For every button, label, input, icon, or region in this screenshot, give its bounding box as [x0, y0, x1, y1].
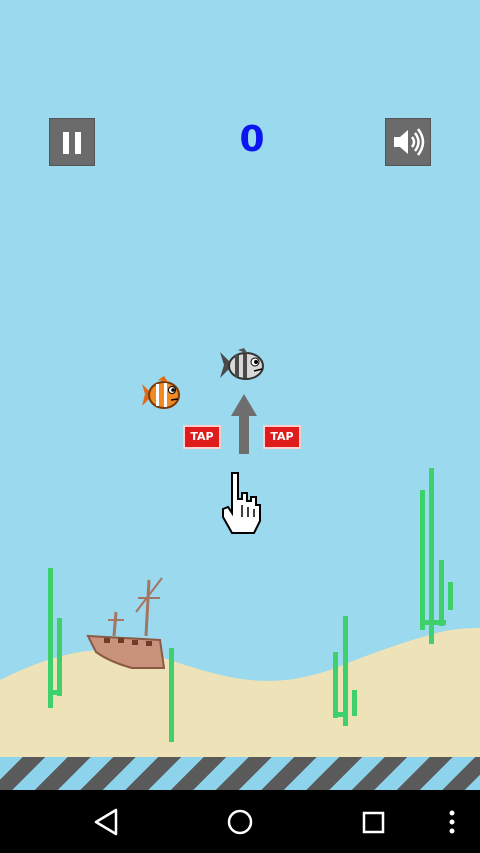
player-fish: [220, 348, 264, 380]
tap-hint-left: TAP: [183, 425, 221, 449]
overflow-menu-icon: [449, 810, 455, 834]
pointing-hand-icon: [222, 472, 261, 534]
home-icon: [227, 809, 253, 835]
hazard-stripe-floor: [0, 757, 480, 790]
tap-hint-right: TAP: [263, 425, 301, 449]
seaweed-right-tall: [420, 468, 453, 644]
sand-dunes: [0, 628, 480, 760]
overflow-menu-button[interactable]: [424, 790, 480, 853]
speaker-volume-icon: [394, 128, 425, 156]
game-screen[interactable]: 0 TAP TAP: [0, 0, 480, 853]
sunken-ship: [86, 577, 166, 669]
system-navigation-bar: [0, 790, 480, 853]
home-button[interactable]: [210, 790, 270, 853]
recents-icon: [362, 811, 385, 834]
score-counter: 0: [239, 119, 265, 160]
pause-button[interactable]: [49, 118, 95, 166]
sound-toggle-button[interactable]: [385, 118, 431, 166]
orange-fish: [142, 376, 180, 409]
recents-button[interactable]: [343, 790, 403, 853]
up-arrow-icon: [231, 394, 257, 454]
back-button[interactable]: [76, 790, 136, 853]
back-icon: [94, 808, 118, 836]
seaweed-center: [169, 648, 174, 742]
